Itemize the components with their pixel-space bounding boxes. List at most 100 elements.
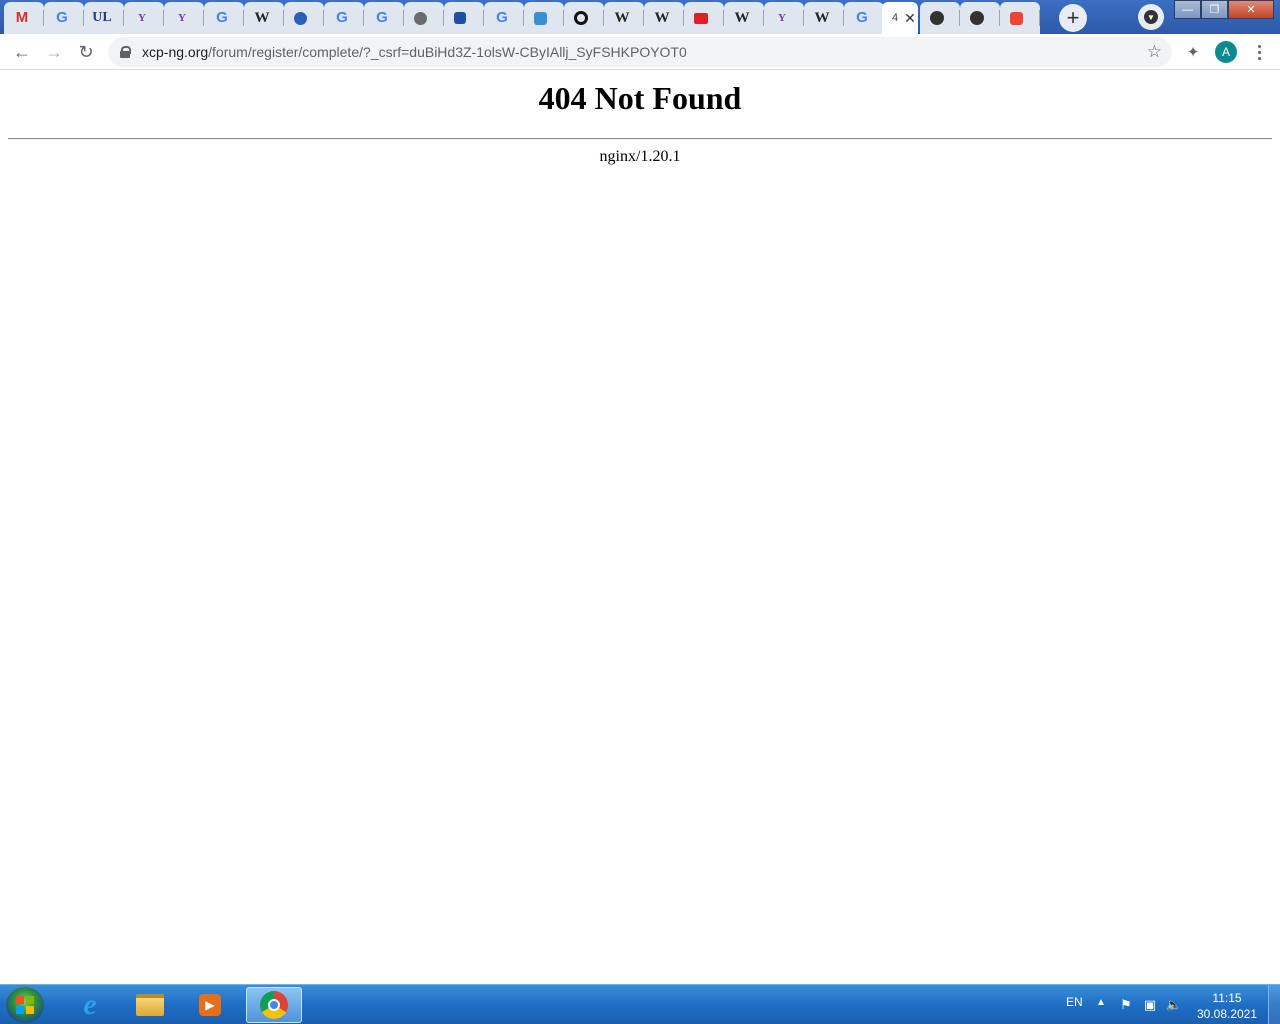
- taskbar: e ▶ EN ▲ ⚑ ▣ 🔈 11:15 30.08.2021: [0, 984, 1280, 1024]
- show-hidden-icons-button[interactable]: ▲: [1096, 997, 1106, 1008]
- wikipedia-icon: W: [254, 10, 270, 26]
- language-indicator[interactable]: EN: [1066, 995, 1083, 1009]
- google-icon: G: [216, 9, 228, 26]
- arrow-right-icon: →: [45, 41, 63, 62]
- google-icon: G: [496, 9, 508, 26]
- reload-button[interactable]: ↻: [72, 38, 100, 66]
- network-icon[interactable]: ▣: [1142, 997, 1158, 1013]
- wikipedia-icon: W: [614, 10, 630, 26]
- tab-strip: M G UL Y Y G W G G G W W W Y W G 4 ✕ + ▼ — ❐ ✕: [0, 0, 1280, 34]
- tab[interactable]: [920, 2, 960, 34]
- back-button[interactable]: ←: [8, 38, 36, 66]
- tab[interactable]: W: [244, 2, 284, 34]
- tab[interactable]: Y: [764, 2, 804, 34]
- tab[interactable]: G: [844, 2, 884, 34]
- divider: [8, 138, 1272, 140]
- quora-icon: [574, 11, 588, 25]
- google-icon: G: [336, 9, 348, 26]
- tab[interactable]: [444, 2, 484, 34]
- new-tab-button[interactable]: +: [1059, 4, 1087, 32]
- tab[interactable]: G: [324, 2, 364, 34]
- browser-menu-button[interactable]: [1252, 40, 1266, 64]
- page-content: 404 Not Found nginx/1.20.1: [0, 71, 1280, 984]
- wikipedia-icon: W: [814, 10, 830, 26]
- close-tab-icon[interactable]: ✕: [904, 10, 916, 27]
- google-icon: G: [376, 9, 388, 26]
- tab[interactable]: UL: [84, 2, 124, 34]
- dark-circle-icon: [970, 11, 984, 25]
- tab-active[interactable]: 4 ✕: [882, 2, 918, 34]
- window-controls: — ❐ ✕: [1174, 0, 1274, 20]
- extensions-puzzle-icon[interactable]: ✦: [1182, 41, 1204, 63]
- system-tray: EN ▲ ⚑ ▣ 🔈 11:15 30.08.2021: [1060, 985, 1280, 1024]
- red-monitor-icon: [1010, 11, 1023, 25]
- tab[interactable]: [1000, 2, 1040, 34]
- volume-icon[interactable]: 🔈: [1166, 997, 1182, 1013]
- bookmark-star-icon[interactable]: ☆: [1147, 42, 1162, 62]
- address-bar[interactable]: xcp-ng.org/forum/register/complete/?_csr…: [108, 37, 1172, 67]
- clock-time: 11:15: [1212, 991, 1242, 1005]
- globe-icon: [414, 11, 427, 25]
- taskbar-internet-explorer[interactable]: e: [62, 987, 118, 1023]
- ul-icon: UL: [92, 10, 112, 25]
- gmail-icon: M: [15, 9, 29, 26]
- tab[interactable]: [284, 2, 324, 34]
- edge-icon: [294, 11, 307, 25]
- browser-toolbar: ← → ↻ xcp-ng.org/forum/register/complete…: [0, 34, 1280, 70]
- tab[interactable]: G: [364, 2, 404, 34]
- error-heading: 404 Not Found: [538, 80, 742, 116]
- url-text[interactable]: xcp-ng.org/forum/register/complete/?_csr…: [142, 44, 687, 60]
- tab[interactable]: Y: [124, 2, 164, 34]
- tab[interactable]: [524, 2, 564, 34]
- start-button[interactable]: [6, 987, 44, 1023]
- gear-icon: [534, 11, 547, 25]
- profile-avatar[interactable]: A: [1215, 41, 1237, 63]
- yl-icon: Y: [178, 12, 186, 24]
- chrome-icon: [260, 991, 288, 1019]
- tab[interactable]: W: [724, 2, 764, 34]
- windows-logo-icon: [16, 996, 34, 1014]
- arrow-left-icon: ←: [13, 41, 31, 62]
- blue-square-icon: [454, 12, 466, 24]
- google-icon: G: [856, 9, 868, 26]
- tab-search-button[interactable]: ▼: [1138, 4, 1164, 30]
- tab[interactable]: G: [484, 2, 524, 34]
- taskbar-media-player[interactable]: ▶: [182, 987, 238, 1023]
- tab[interactable]: [404, 2, 444, 34]
- taskbar-explorer[interactable]: [122, 987, 178, 1023]
- tab[interactable]: W: [804, 2, 844, 34]
- lock-icon[interactable]: [120, 46, 131, 58]
- forward-button[interactable]: →: [40, 38, 68, 66]
- tab-title: 4: [892, 12, 899, 24]
- media-player-icon: ▶: [199, 994, 221, 1016]
- tab[interactable]: [564, 2, 604, 34]
- wikipedia-icon: W: [734, 10, 750, 26]
- wikipedia-icon: W: [654, 10, 670, 26]
- server-signature: nginx/1.20.1: [599, 148, 681, 165]
- show-desktop-button[interactable]: [1268, 985, 1280, 1024]
- tab[interactable]: W: [604, 2, 644, 34]
- tab[interactable]: M: [4, 2, 44, 34]
- taskbar-chrome[interactable]: [246, 987, 302, 1023]
- folder-icon: [136, 994, 164, 1016]
- clock-date: 30.08.2021: [1196, 1007, 1258, 1021]
- chevron-down-icon: ▼: [1144, 10, 1158, 24]
- close-window-button[interactable]: ✕: [1228, 0, 1274, 19]
- tab[interactable]: Y: [164, 2, 204, 34]
- tab[interactable]: G: [204, 2, 244, 34]
- github-icon: [930, 11, 944, 25]
- tab[interactable]: [960, 2, 1000, 34]
- tab[interactable]: [684, 2, 724, 34]
- url-host: xcp-ng.org: [142, 44, 209, 60]
- google-icon: G: [56, 9, 68, 26]
- red-flag-icon: [694, 12, 708, 24]
- tab-list: M G UL Y Y G W G G G W W W Y W G 4 ✕: [0, 0, 1100, 34]
- tab[interactable]: G: [44, 2, 84, 34]
- maximize-button[interactable]: ❐: [1201, 0, 1228, 19]
- reload-icon: ↻: [78, 41, 94, 62]
- minimize-button[interactable]: —: [1174, 0, 1201, 19]
- clock[interactable]: 11:15 30.08.2021: [1196, 990, 1258, 1022]
- tab[interactable]: W: [644, 2, 684, 34]
- yl-icon: Y: [138, 12, 146, 24]
- action-center-icon[interactable]: ⚑: [1118, 997, 1134, 1013]
